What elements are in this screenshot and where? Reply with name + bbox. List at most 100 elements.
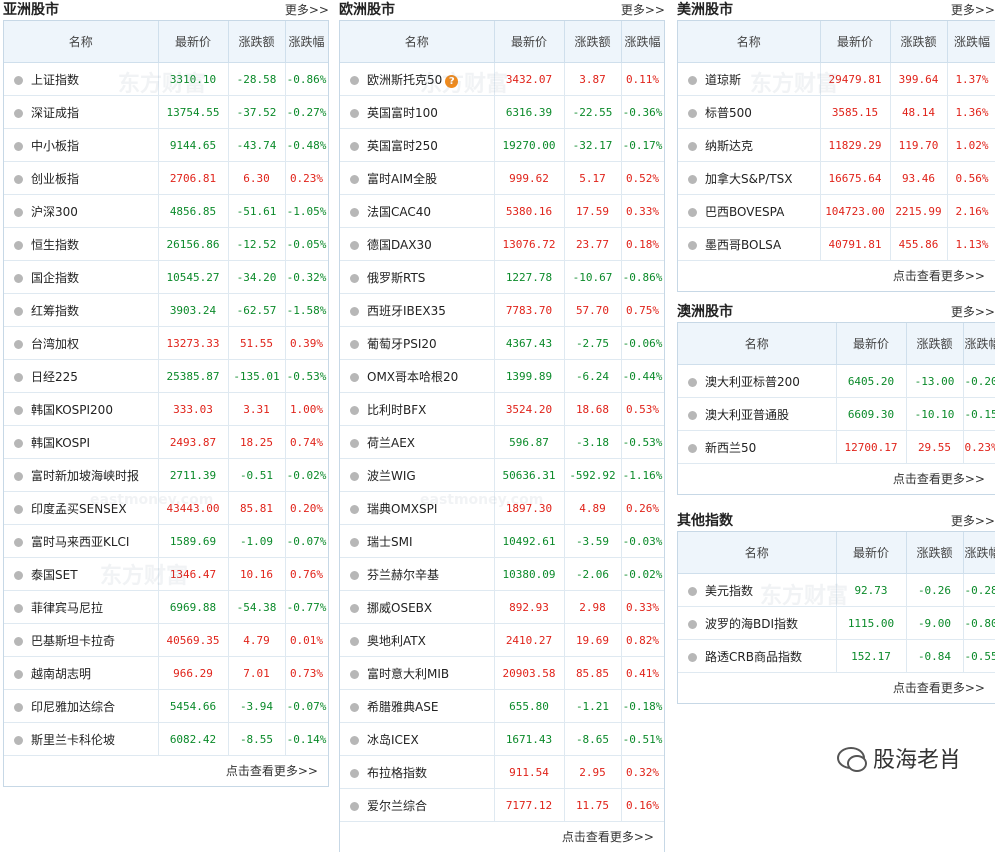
index-name-cell[interactable]: 韩国KOSPI200 (4, 392, 159, 426)
index-name-cell[interactable]: 红筹指数 (4, 293, 159, 327)
view-more-link[interactable]: 点击查看更多>> (562, 830, 654, 844)
index-name-cell[interactable]: 新西兰50 (678, 430, 837, 464)
index-name-cell[interactable]: 俄罗斯RTS (340, 260, 495, 294)
table-row: 红筹指数 3903.24 -62.57 -1.58% (4, 293, 328, 327)
index-name-cell[interactable]: 芬兰赫尔辛基 (340, 557, 495, 591)
bullet-dot-icon (14, 669, 23, 679)
latest-price-cell: 966.29 (158, 656, 229, 690)
index-name-cell[interactable]: 创业板指 (4, 161, 159, 195)
index-name-cell[interactable]: 富时意大利MIB (340, 656, 495, 690)
index-name-cell[interactable]: 冰岛ICEX (340, 722, 495, 756)
view-more-row: 点击查看更多>> (4, 756, 328, 786)
table-row: 富时马来西亚KLCI 1589.69 -1.09 -0.07% (4, 524, 328, 558)
index-name-cell[interactable]: 标普500 (678, 95, 821, 129)
index-name-cell[interactable]: 斯里兰卡科伦坡 (4, 722, 159, 756)
bullet-dot-icon (688, 174, 697, 184)
change-percent-cell: 1.36% (947, 95, 995, 129)
index-name-cell[interactable]: 印尼雅加达综合 (4, 689, 159, 723)
index-name-cell[interactable]: 恒生指数 (4, 227, 159, 261)
index-name-cell[interactable]: 荷兰AEX (340, 425, 495, 459)
table-header-row: 名称最新价涨跌额涨跌幅 (678, 532, 995, 574)
index-name-cell[interactable]: 葡萄牙PSI20 (340, 326, 495, 360)
index-name-cell[interactable]: 墨西哥BOLSA (678, 227, 821, 261)
index-name-cell[interactable]: 菲律宾马尼拉 (4, 590, 159, 624)
index-name-cell[interactable]: 巴基斯坦卡拉奇 (4, 623, 159, 657)
table-row: 西班牙IBEX35 7783.70 57.70 0.75% (340, 293, 664, 327)
more-link[interactable]: 更多>> (951, 1, 995, 18)
help-icon[interactable]: ? (445, 74, 459, 88)
index-name-cell[interactable]: 比利时BFX (340, 392, 495, 426)
index-name-cell[interactable]: 沪深300 (4, 194, 159, 228)
table-row: 富时意大利MIB 20903.58 85.85 0.41% (340, 656, 664, 690)
index-name-cell[interactable]: 巴西BOVESPA (678, 194, 821, 228)
change-percent-cell: -0.17% (621, 128, 664, 162)
latest-price-cell: 3432.07 (494, 62, 565, 96)
index-name-cell[interactable]: 台湾加权 (4, 326, 159, 360)
index-name-cell[interactable]: 加拿大S&P/TSX (678, 161, 821, 195)
index-name-cell[interactable]: 富时马来西亚KLCI (4, 524, 159, 558)
change-amount-cell: -62.57 (228, 293, 286, 327)
index-name-cell[interactable]: 西班牙IBEX35 (340, 293, 495, 327)
index-name-cell[interactable]: 日经225 (4, 359, 159, 393)
more-link[interactable]: 更多>> (951, 303, 995, 320)
index-name-cell[interactable]: 美元指数 (678, 573, 837, 607)
change-percent-cell: -0.48% (285, 128, 328, 162)
index-name-cell[interactable]: 国企指数 (4, 260, 159, 294)
table-row: 富时AIM全股 999.62 5.17 0.52% (340, 161, 664, 195)
index-name-cell[interactable]: 印度孟买SENSEX (4, 491, 159, 525)
more-link[interactable]: 更多>> (621, 1, 665, 18)
index-name-cell[interactable]: 纳斯达克 (678, 128, 821, 162)
index-name-cell[interactable]: 法国CAC40 (340, 194, 495, 228)
index-name-cell[interactable]: 上证指数 (4, 62, 159, 96)
index-name-cell[interactable]: 德国DAX30 (340, 227, 495, 261)
index-name-cell[interactable]: 富时AIM全股 (340, 161, 495, 195)
index-name-cell[interactable]: 澳大利亚标普200 (678, 364, 837, 398)
index-name-cell[interactable]: 希腊雅典ASE (340, 689, 495, 723)
table-row: 新西兰50 12700.17 29.55 0.23% (678, 430, 995, 464)
index-name-cell[interactable]: 奥地利ATX (340, 623, 495, 657)
index-name-cell[interactable]: 波罗的海BDI指数 (678, 606, 837, 640)
table-row: 冰岛ICEX 1671.43 -8.65 -0.51% (340, 722, 664, 756)
latest-price-cell: 29479.81 (820, 62, 891, 96)
more-link[interactable]: 更多>> (285, 1, 329, 18)
bullet-dot-icon (688, 586, 697, 596)
table-row: 英国富时250 19270.00 -32.17 -0.17% (340, 128, 664, 162)
change-percent-cell: 1.13% (947, 227, 995, 261)
index-name-cell[interactable]: 中小板指 (4, 128, 159, 162)
index-name-cell[interactable]: 欧洲斯托克50? (340, 62, 495, 96)
table-row: 葡萄牙PSI20 4367.43 -2.75 -0.06% (340, 326, 664, 360)
index-name-cell[interactable]: 爱尔兰综合 (340, 788, 495, 822)
table-row: 深证成指 13754.55 -37.52 -0.27% (4, 95, 328, 129)
index-name-cell[interactable]: 韩国KOSPI (4, 425, 159, 459)
column-header: 名称 (340, 21, 495, 63)
index-name-cell[interactable]: OMX哥本哈根20 (340, 359, 495, 393)
more-link[interactable]: 更多>> (951, 512, 995, 529)
index-name-cell[interactable]: 波兰WIG (340, 458, 495, 492)
index-name-cell[interactable]: 路透CRB商品指数 (678, 639, 837, 673)
change-amount-cell: -0.51 (228, 458, 286, 492)
view-more-link[interactable]: 点击查看更多>> (893, 472, 985, 486)
view-more-link[interactable]: 点击查看更多>> (893, 269, 985, 283)
view-more-link[interactable]: 点击查看更多>> (893, 681, 985, 695)
index-name-cell[interactable]: 瑞典OMXSPI (340, 491, 495, 525)
index-name-cell[interactable]: 澳大利亚普通股 (678, 397, 837, 431)
index-name: 新西兰50 (705, 440, 757, 455)
index-name-cell[interactable]: 富时新加坡海峡时报 (4, 458, 159, 492)
view-more-link[interactable]: 点击查看更多>> (226, 764, 318, 778)
index-table: 名称 最新价 涨跌额 涨跌幅 欧洲斯托克50? 3432.07 3.87 0.11% 英国富时1… (340, 21, 664, 822)
index-name-cell[interactable]: 深证成指 (4, 95, 159, 129)
index-name-cell[interactable]: 英国富时100 (340, 95, 495, 129)
bullet-dot-icon (14, 438, 23, 448)
index-name-cell[interactable]: 道琼斯 (678, 62, 821, 96)
index-name-cell[interactable]: 泰国SET (4, 557, 159, 591)
index-name-cell[interactable]: 瑞士SMI (340, 524, 495, 558)
change-amount-cell: -43.74 (228, 128, 286, 162)
index-name-cell[interactable]: 英国富时250 (340, 128, 495, 162)
index-name-cell[interactable]: 越南胡志明 (4, 656, 159, 690)
latest-price-cell: 2706.81 (158, 161, 229, 195)
bullet-dot-icon (14, 108, 23, 118)
change-amount-cell: -1.21 (564, 689, 622, 723)
index-name-cell[interactable]: 挪威OSEBX (340, 590, 495, 624)
index-name-cell[interactable]: 布拉格指数 (340, 755, 495, 789)
table-header-row: 名称最新价涨跌额涨跌幅 (678, 21, 995, 63)
